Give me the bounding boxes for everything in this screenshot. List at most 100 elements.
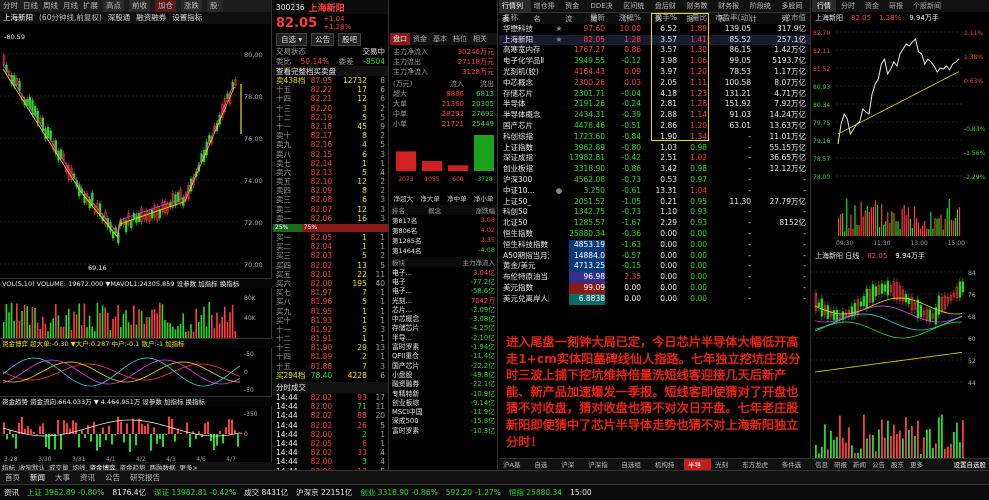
net-tab-1[interactable]: 净大单 xyxy=(420,193,440,203)
concept-row[interactable]: 中芯概念 -3.08亿 xyxy=(390,313,497,323)
fund-tab-1[interactable]: 资金 xyxy=(410,33,430,45)
concept-row[interactable]: 富时罗素 -1.94亿 xyxy=(390,341,497,351)
status-item-0[interactable]: 资讯 xyxy=(0,485,23,500)
list-row[interactable]: 恒生科技指数 4853.19 -1.63 0.00 0.00 - - xyxy=(499,239,810,251)
sub-tab-3[interactable]: 融资融券 xyxy=(136,12,166,24)
news-tab[interactable]: 新闻 xyxy=(25,471,50,484)
sector-tab-9[interactable]: 条件选股 xyxy=(778,459,811,481)
right-bottom-tab-2[interactable]: 新闻 xyxy=(850,459,869,470)
indicator-tab-6[interactable]: 两融数据 xyxy=(150,462,176,472)
right-tab-0[interactable]: 行情 xyxy=(812,0,836,12)
concept-row[interactable]: 电子 -77.2亿 xyxy=(390,276,497,286)
full-book-link[interactable]: 查看完整档买卖盘 xyxy=(273,66,388,76)
right-bottom-tab-1[interactable]: 研报 xyxy=(831,459,850,470)
right-bottom-tab-0[interactable]: 信息 xyxy=(812,459,831,470)
concept-row[interactable]: 电子... 3.04亿 xyxy=(390,267,497,277)
concept-row[interactable]: 专精特新 -10.9亿 xyxy=(390,388,497,398)
list-tab-3[interactable]: DDE决策 xyxy=(587,0,620,23)
period-tab-2[interactable]: 周线 xyxy=(43,0,58,12)
concept-row[interactable]: 存储芯片 -4.25亿 xyxy=(390,323,497,332)
list-tab-7[interactable]: 财务报表 xyxy=(715,0,747,23)
notice-tab[interactable]: 公告 xyxy=(100,471,125,484)
concept-row[interactable]: 国产芯片 -22.2亿 xyxy=(390,360,497,370)
right-bottom-tab-5[interactable]: 更多 xyxy=(907,459,926,470)
concept-row[interactable]: 电子... -58.6亿 xyxy=(390,286,497,295)
concept-row[interactable]: 半导... -2.10亿 xyxy=(390,332,497,342)
period-tab-1[interactable]: 日线 xyxy=(23,0,38,12)
sector-tab-4[interactable]: 自选组合 xyxy=(618,459,651,481)
fund-tab-2[interactable]: 基本 xyxy=(430,33,450,45)
right-tab-2[interactable]: 资金 xyxy=(860,0,884,12)
list-row[interactable]: 上证50_ 2051.52 -1.05 0.21 0.95 11.30 27.79万亿 xyxy=(499,197,810,208)
self-select-button[interactable]: 自选 ▾ xyxy=(276,32,308,46)
toolbar-btn-4[interactable]: 股· xyxy=(207,0,223,12)
sector-tab-1[interactable]: 自选股 xyxy=(530,459,557,481)
right-bottom-tab-4[interactable]: 股东 xyxy=(888,459,907,470)
list-row[interactable]: 上证指数 3962.89 -0.80 1.03 0.98 - 55.15万亿 xyxy=(499,143,810,154)
concept-row[interactable]: 创业板综 -9.14亿 xyxy=(390,397,497,407)
list-tab-9[interactable]: 多股同列 xyxy=(778,0,810,23)
list-row[interactable]: 科创50 1342.75 -0.73 1.10 0.93 - - xyxy=(499,207,810,218)
ticks-title[interactable]: 分时成交 xyxy=(276,382,306,393)
kline-chart[interactable]: 80.00 78.00 76.00 74.00 72.00 70.00 -80.59 69.1… xyxy=(0,24,272,278)
announcement-button[interactable]: 公告 xyxy=(311,32,335,46)
list-row[interactable]: 创业板指 3318.90 -0.86 3.42 0.98 - 12.12万亿 xyxy=(499,164,810,175)
period-tab-4[interactable]: 扩展 xyxy=(83,0,98,12)
research-tab[interactable]: 资讯 xyxy=(75,471,100,484)
list-row[interactable]: 深证成指 13982.81 -0.42 2.51 1.02 - 36.65万亿 xyxy=(499,153,810,164)
period-tab-0[interactable]: 分时 xyxy=(3,0,18,12)
list-tab-4[interactable]: 区间统计 xyxy=(620,0,652,23)
list-row[interactable]: 美元指数 99.09 0.00 0.00 0.00 - - xyxy=(499,282,810,294)
sub-tab-1[interactable]: (60分钟线,前复权) xyxy=(39,12,102,24)
sub-tab-0[interactable]: 上海新阳 xyxy=(3,12,33,24)
toolbar-btn-0[interactable]: 高点 xyxy=(103,0,124,12)
period-tab-3[interactable]: 月线 xyxy=(63,0,78,12)
concept-row[interactable]: 融资融券 -22.1亿 xyxy=(390,379,497,388)
indicator-tab-1[interactable]: 收窄默认 xyxy=(19,462,45,472)
indicator-tab-3[interactable]: 均线 xyxy=(73,462,86,472)
toolbar-btn-1[interactable]: 前收 xyxy=(129,0,150,12)
list-tab-6[interactable]: 财务数据 xyxy=(683,0,715,23)
sector-tab-0[interactable]: 沪A基金 xyxy=(499,459,530,481)
report-tab[interactable]: 研究报告 xyxy=(125,471,165,484)
indicator-tab-2[interactable]: 成交量 xyxy=(49,462,69,472)
sector-tab-8[interactable]: 东方龙虎榜 xyxy=(738,459,778,481)
sector-tab-2[interactable]: 沪深京 xyxy=(557,459,584,481)
list-row[interactable]: 美元兑离岸人民币 6.8838 0.00 0.00 0.00 - - xyxy=(499,293,810,305)
list-row[interactable]: 布伦特原油当... 96.98 2.35 0.00 0.00 - - xyxy=(499,272,810,283)
toolbar-btn-2[interactable]: 加仓 xyxy=(155,0,176,12)
list-tab-8[interactable]: 阶段统计 xyxy=(747,0,779,23)
list-row[interactable]: 恒生指数 25880.34 -0.36 0.00 0.00 - - xyxy=(499,229,810,240)
toolbar-btn-3[interactable]: 涨跌 xyxy=(181,0,202,12)
market-tab[interactable]: 大事 xyxy=(50,471,75,484)
concept-row[interactable]: QFII重仓 -11.4亿 xyxy=(390,351,497,360)
list-row[interactable]: 黄金/美元 4713.25 -0.15 0.00 0.00 - - xyxy=(499,261,810,273)
right-bottom-tab-3[interactable]: 公告 xyxy=(869,459,888,470)
concept-row[interactable]: 富时罗素 -10.3亿 xyxy=(390,425,497,435)
indicator-tab-7[interactable]: 更多> xyxy=(180,462,198,472)
forum-button[interactable]: 股吧 xyxy=(338,32,362,46)
net-tab-3[interactable]: 净小单 xyxy=(474,193,494,203)
right-tab-1[interactable]: 分时 xyxy=(836,0,860,12)
list-tab-5[interactable]: 盘后财务 xyxy=(652,0,684,23)
indicator-tab-0[interactable]: 指标 xyxy=(2,462,15,472)
sub-tab-2[interactable]: 深股通 xyxy=(108,12,131,24)
list-tab-0[interactable]: 行情列表 xyxy=(499,0,531,23)
sector-tab-5[interactable]: 机构持仓 xyxy=(651,459,684,481)
list-tab-2[interactable]: 资金流 xyxy=(562,0,587,23)
concept-row[interactable]: 芯片... -2.09亿 xyxy=(390,304,497,314)
sub-tab-4[interactable]: 设置指标 xyxy=(172,12,202,24)
list-tab-1[interactable]: 增仓排名 xyxy=(531,0,563,23)
right-tab-3[interactable]: 研报 xyxy=(884,0,908,12)
sector-tab-6[interactable]: 半导体 xyxy=(684,459,712,481)
right-tab-4[interactable]: 个股新闻 xyxy=(908,0,946,12)
indicator-tab-4[interactable]: 资金博弈 xyxy=(90,462,116,472)
net-tab-0[interactable]: 净超大 xyxy=(394,193,414,203)
concept-row[interactable]: 小盘股 -49.8亿 xyxy=(390,369,497,379)
net-tab-2[interactable]: 净中单 xyxy=(447,193,467,203)
indicator-tab-5[interactable]: 资金趋势 xyxy=(120,462,146,472)
sector-tab-7[interactable]: 光刻胶 xyxy=(711,459,738,481)
list-row[interactable]: 沪深300 4562.08 -0.73 0.53 0.97 - - xyxy=(499,175,810,186)
home-tab[interactable]: 首页 xyxy=(0,471,25,484)
fund-tab-4[interactable]: 相关 xyxy=(470,33,490,45)
